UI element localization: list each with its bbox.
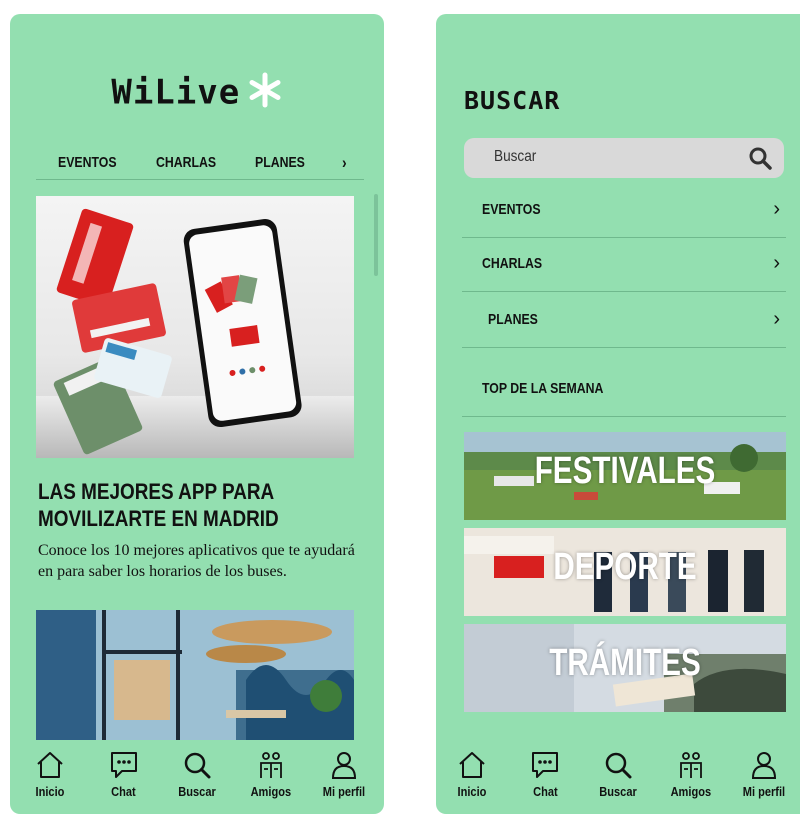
page-title: BUSCAR	[464, 86, 561, 115]
chevron-right-icon: ›	[773, 198, 780, 220]
nav-chat[interactable]: Chat	[515, 738, 575, 814]
nav-mi-perfil-label: Mi perfil	[322, 784, 366, 799]
nav-amigos[interactable]: Amigos	[241, 738, 301, 814]
banner-tramites[interactable]: TRÁMITES	[464, 624, 786, 712]
tab-eventos[interactable]: EVENTOS	[58, 154, 117, 171]
nav-inicio-label: Inicio	[35, 784, 65, 799]
nav-chat[interactable]: Chat	[94, 738, 154, 814]
article-title[interactable]: LAS MEJORES APP PARA MOVILIZARTE EN MADR…	[38, 478, 356, 532]
article-description: Conoce los 10 mejores aplicativos que te…	[38, 542, 355, 580]
nav-inicio-label: Inicio	[457, 784, 487, 799]
search-placeholder: Buscar	[494, 148, 537, 165]
search-input[interactable]: Buscar	[464, 138, 784, 178]
banner-festivales[interactable]: FESTIVALES	[464, 432, 786, 520]
chevron-right-icon: ›	[773, 252, 780, 274]
nav-amigos[interactable]: Amigos	[661, 738, 721, 814]
logo-text: WiLive	[111, 72, 241, 113]
bottom-nav: Inicio Chat Buscar Amigos Mi perfil	[10, 738, 384, 814]
search-icon[interactable]	[748, 146, 772, 175]
nav-mi-perfil[interactable]: Mi perfil	[314, 738, 374, 814]
search-icon	[605, 752, 632, 779]
tabs-next-chevron-icon[interactable]: ›	[342, 153, 347, 173]
nav-chat-label: Chat	[111, 784, 136, 799]
nav-mi-perfil-label: Mi perfil	[742, 784, 786, 799]
banner-label: FESTIVALES	[534, 450, 716, 492]
chat-icon	[110, 752, 137, 778]
nav-amigos-label: Amigos	[670, 784, 712, 799]
category-row-eventos[interactable]: EVENTOS ›	[462, 184, 786, 238]
asterisk-icon	[247, 72, 283, 113]
profile-icon	[751, 752, 777, 779]
restaurant-image[interactable]	[36, 610, 354, 740]
friends-icon	[680, 752, 702, 778]
bottom-nav: Inicio Chat Buscar Amigos Mi perfil	[436, 738, 800, 814]
friends-icon	[259, 752, 282, 778]
nav-amigos-label: Amigos	[250, 784, 291, 799]
search-icon	[184, 752, 211, 779]
home-icon	[459, 752, 485, 778]
category-label: CHARLAS	[482, 255, 543, 272]
nav-buscar[interactable]: Buscar	[167, 738, 227, 814]
category-label: PLANES	[488, 311, 538, 328]
tab-planes[interactable]: PLANES	[255, 154, 305, 171]
banner-label: TRÁMITES	[549, 642, 701, 684]
home-screen: WiLive EVENTOS CHARLAS PLANES › LAS MEJO…	[10, 14, 384, 814]
home-icon	[37, 752, 63, 778]
profile-icon	[331, 752, 357, 779]
nav-inicio[interactable]: Inicio	[442, 738, 502, 814]
nav-chat-label: Chat	[532, 784, 558, 799]
app-logo: WiLive	[10, 72, 384, 113]
article-hero-image[interactable]	[36, 196, 354, 458]
category-row-planes[interactable]: PLANES ›	[462, 294, 786, 348]
section-title: TOP DE LA SEMANA	[482, 380, 604, 397]
chevron-right-icon: ›	[773, 308, 780, 330]
scrollbar[interactable]	[374, 194, 378, 276]
banner-deporte[interactable]: DEPORTE	[464, 528, 786, 616]
nav-inicio[interactable]: Inicio	[20, 738, 80, 814]
chat-icon	[532, 752, 558, 778]
nav-mi-perfil[interactable]: Mi perfil	[734, 738, 794, 814]
divider	[462, 416, 786, 417]
nav-buscar-label: Buscar	[599, 784, 637, 799]
category-tabs: EVENTOS CHARLAS PLANES ›	[36, 146, 364, 180]
nav-buscar-label: Buscar	[178, 784, 216, 799]
category-row-charlas[interactable]: CHARLAS ›	[462, 238, 786, 292]
search-screen: BUSCAR Buscar EVENTOS › CHARLAS › PLANES…	[436, 14, 800, 814]
category-label: EVENTOS	[482, 201, 541, 218]
tab-charlas[interactable]: CHARLAS	[156, 154, 216, 171]
banner-label: DEPORTE	[553, 546, 697, 588]
nav-buscar[interactable]: Buscar	[588, 738, 648, 814]
